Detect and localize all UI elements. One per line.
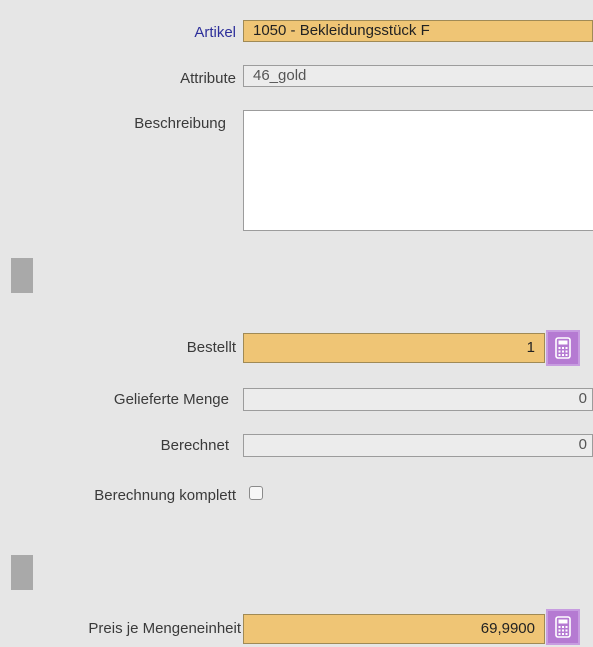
beschreibung-label: Beschreibung	[134, 115, 226, 132]
gelieferte-menge-label: Gelieferte Menge	[113, 391, 229, 408]
preis-je-mengeneinheit-label: Preis je Mengeneinheit	[88, 620, 241, 637]
attribute-label: Attribute	[180, 70, 236, 87]
preis-calculator-button[interactable]	[546, 609, 580, 645]
attribute-field[interactable]: 46_gold	[243, 65, 593, 87]
calculator-icon	[555, 616, 571, 638]
calculator-icon	[555, 337, 571, 359]
berechnet-label: Berechnet	[160, 437, 229, 454]
bestellt-calculator-button[interactable]	[546, 330, 580, 366]
section-drag-handle[interactable]	[11, 258, 33, 293]
berechnung-komplett-checkbox[interactable]	[249, 486, 263, 500]
preis-je-mengeneinheit-field[interactable]: 69,9900	[243, 614, 545, 644]
section-drag-handle-2[interactable]	[11, 555, 33, 590]
beschreibung-textarea[interactable]	[243, 110, 593, 231]
berechnet-field[interactable]: 0	[243, 434, 593, 457]
artikel-field[interactable]: 1050 - Bekleidungsstück F	[243, 20, 593, 42]
bestellt-label: Bestellt	[186, 339, 236, 356]
artikel-label[interactable]: Artikel	[194, 24, 236, 41]
berechnung-komplett-label: Berechnung komplett	[94, 487, 236, 504]
gelieferte-menge-field[interactable]: 0	[243, 388, 593, 411]
bestellt-field[interactable]: 1	[243, 333, 545, 363]
